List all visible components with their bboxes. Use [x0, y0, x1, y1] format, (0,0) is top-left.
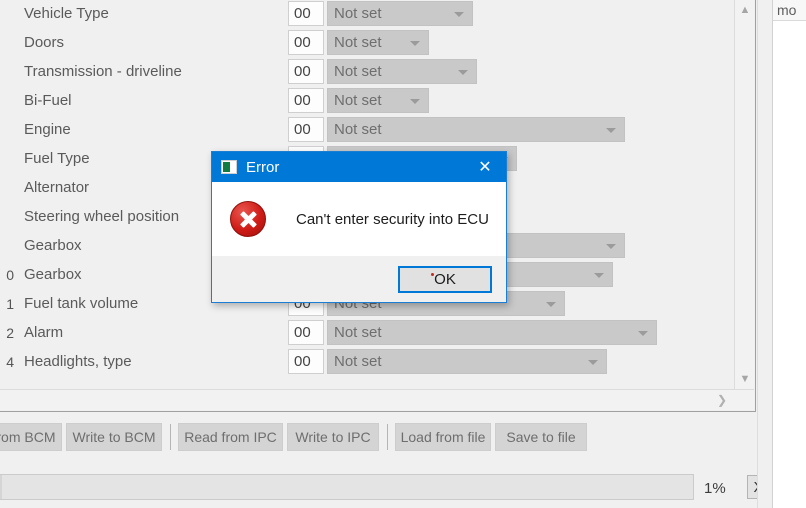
chevron-down-icon: [410, 98, 420, 104]
side-panel-header: mo: [773, 0, 806, 21]
panel-gap: [757, 0, 773, 508]
hex-value-input[interactable]: 00: [288, 117, 324, 142]
row-number: 1: [6, 295, 14, 312]
action-button-bar: from BCMWrite to BCM Read from IPCWrite t…: [0, 422, 591, 452]
hex-value-input[interactable]: 00: [288, 59, 324, 84]
value-dropdown[interactable]: Not set: [327, 1, 473, 26]
table-row: Bi-Fuel 00 Not set: [0, 86, 733, 115]
dialog-message: Can't enter security into ECU: [296, 210, 489, 228]
value-dropdown[interactable]: Not set: [327, 349, 607, 374]
progress-percent-label: 1%: [704, 480, 726, 497]
value-dropdown[interactable]: Not set: [327, 117, 625, 142]
progress-bar: [0, 474, 694, 500]
row-label: Vehicle Type: [24, 5, 109, 22]
chevron-down-icon: [454, 11, 464, 17]
table-row: Engine 00 Not set: [0, 115, 733, 144]
table-row: 2 Alarm 00 Not set: [0, 318, 733, 347]
chevron-down-icon: [410, 40, 420, 46]
status-bar: 1%: [0, 466, 806, 508]
chevron-down-icon: [546, 301, 556, 307]
value-dropdown[interactable]: Not set: [327, 30, 429, 55]
cursor-artifact: [431, 272, 434, 276]
close-icon[interactable]: ✕: [464, 152, 506, 182]
row-number: 4: [6, 353, 14, 370]
row-number: 2: [6, 324, 14, 341]
chevron-down-icon: [458, 69, 468, 75]
chevron-down-icon: [594, 272, 604, 278]
chevron-down-icon: [638, 330, 648, 336]
value-dropdown[interactable]: Not set: [327, 320, 657, 345]
ok-button[interactable]: OK: [398, 265, 492, 293]
hex-value-input[interactable]: 00: [288, 320, 324, 345]
dropdown-selected-value: Not set: [334, 34, 382, 51]
dialog-footer: OK: [212, 256, 506, 302]
hex-value-input[interactable]: 00: [288, 1, 324, 26]
chevron-down-icon: [606, 243, 616, 249]
hex-value-input[interactable]: 00: [288, 88, 324, 113]
side-panel: mo: [772, 0, 806, 508]
progress-bar-fill: [0, 475, 2, 499]
row-label: Engine: [24, 121, 71, 138]
ok-button-label: OK: [434, 270, 456, 288]
table-row: Vehicle Type 00 Not set: [0, 0, 733, 28]
hex-value-input[interactable]: 00: [288, 349, 324, 374]
hex-value-input[interactable]: 00: [288, 30, 324, 55]
toolbar-button[interactable]: Write to BCM: [66, 423, 162, 451]
table-row: 4 Headlights, type 00 Not set: [0, 347, 733, 376]
scroll-right-icon[interactable]: ❯: [712, 390, 732, 410]
row-label: Alarm: [24, 324, 64, 341]
row-label: Doors: [24, 34, 65, 51]
dropdown-selected-value: Not set: [334, 121, 382, 138]
toolbar-button[interactable]: Read from IPC: [178, 423, 283, 451]
dropdown-selected-value: Not set: [334, 5, 382, 22]
row-label: Transmission - driveline: [24, 63, 182, 80]
toolbar-separator: [170, 424, 171, 450]
application-window: Vehicle Type 00 Not set Doors 00 Not set Trans…: [0, 0, 806, 508]
dialog-title: Error: [246, 158, 280, 176]
toolbar-button[interactable]: Save to file: [495, 423, 587, 451]
error-circle-icon: [230, 201, 266, 237]
scroll-down-icon[interactable]: ▼: [735, 369, 755, 389]
toolbar-button[interactable]: Load from file: [395, 423, 491, 451]
horizontal-scrollbar[interactable]: ❯: [0, 389, 754, 410]
value-dropdown[interactable]: Not set: [327, 88, 429, 113]
chevron-down-icon: [606, 127, 616, 133]
vertical-scrollbar[interactable]: ▲ ▼: [734, 0, 754, 389]
error-dialog: Error ✕ Can't enter security into ECU OK: [211, 151, 507, 303]
dialog-title-bar[interactable]: Error ✕: [212, 152, 506, 182]
row-label: Headlights, type: [24, 353, 132, 370]
chevron-down-icon: [588, 359, 598, 365]
toolbar-button[interactable]: Write to IPC: [287, 423, 379, 451]
row-label: Bi-Fuel: [24, 92, 72, 109]
toolbar-separator: [387, 424, 388, 450]
toolbar-button[interactable]: from BCM: [0, 423, 62, 451]
dropdown-selected-value: Not set: [334, 324, 382, 341]
table-row: Transmission - driveline 00 Not set: [0, 57, 733, 86]
app-window-icon: [221, 160, 237, 174]
scroll-up-icon[interactable]: ▲: [735, 0, 755, 20]
value-dropdown[interactable]: Not set: [327, 59, 477, 84]
dropdown-selected-value: Not set: [334, 92, 382, 109]
row-number: 0: [6, 266, 14, 283]
dialog-body: Can't enter security into ECU: [212, 182, 506, 256]
table-row: Doors 00 Not set: [0, 28, 733, 57]
dropdown-selected-value: Not set: [334, 353, 382, 370]
dropdown-selected-value: Not set: [334, 63, 382, 80]
